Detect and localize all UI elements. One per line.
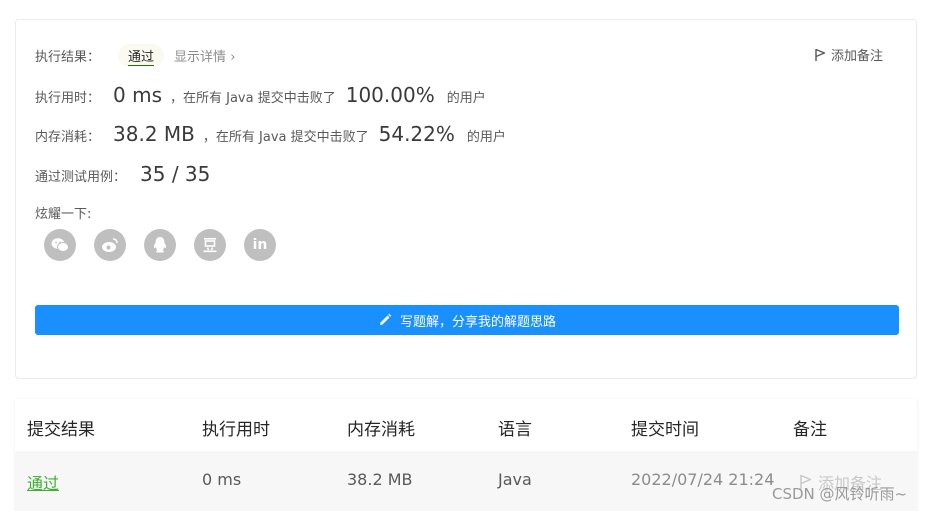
row-submit-time: 2022/07/24 21:24 [631, 470, 775, 489]
runtime-row: 执行用时： 0 ms ，在所有 Java 提交中击败了 100.00% 的用户 [35, 83, 486, 107]
pencil-icon [379, 313, 392, 325]
douban-icon [203, 238, 217, 253]
status-text: 通过 [128, 50, 155, 66]
memory-label: 内存消耗： [35, 130, 101, 145]
header-note: 备注 [793, 420, 827, 440]
submission-result-card: 执行结果： 通过 显示详情 › 添加备注 执行用时： 0 ms ，在所有 Jav… [15, 19, 917, 379]
share-label-row: 炫耀一下: [35, 203, 91, 222]
tests-row: 通过测试用例： 35 / 35 [35, 162, 210, 186]
row-result-link[interactable]: 通过 [27, 470, 59, 494]
chevron-right-icon[interactable]: › [230, 50, 235, 65]
table-header: 提交结果 执行用时 内存消耗 语言 提交时间 备注 [15, 399, 917, 451]
linkedin-icon: in [252, 237, 268, 253]
header-submit-time: 提交时间 [631, 420, 699, 440]
share-linkedin-button[interactable]: in [244, 229, 276, 261]
status-badge: 通过 [118, 44, 165, 67]
show-details-text[interactable]: 显示详情 [174, 50, 226, 65]
memory-suffix: 的用户 [466, 130, 506, 145]
result-label: 执行结果： [35, 50, 101, 65]
header-memory: 内存消耗 [347, 420, 415, 440]
memory-percent: 54.22% [378, 122, 455, 146]
flag-icon [815, 48, 826, 61]
share-qq-button[interactable] [144, 229, 176, 261]
header-result: 提交结果 [27, 420, 95, 440]
qq-icon [153, 237, 167, 253]
header-runtime: 执行用时 [202, 420, 270, 440]
runtime-label: 执行用时： [35, 91, 101, 106]
row-memory: 38.2 MB [347, 470, 413, 489]
write-solution-label[interactable]: 写题解，分享我的解题思路 [400, 311, 556, 330]
runtime-suffix: 的用户 [446, 91, 486, 106]
show-details-link[interactable]: 显示详情 › [174, 46, 235, 65]
memory-beat-text: ，在所有 Java 提交中击败了 [202, 130, 369, 145]
row-runtime: 0 ms [202, 470, 242, 489]
memory-row: 内存消耗： 38.2 MB ，在所有 Java 提交中击败了 54.22% 的用… [35, 122, 506, 146]
share-weibo-button[interactable] [94, 229, 126, 261]
tests-label: 通过测试用例： [35, 170, 127, 185]
weibo-icon [102, 238, 118, 252]
share-douban-button[interactable] [194, 229, 226, 261]
header-language: 语言 [498, 420, 532, 440]
write-solution-button[interactable]: 写题解，分享我的解题思路 [35, 305, 899, 335]
share-label: 炫耀一下: [35, 207, 92, 222]
share-buttons: in [44, 229, 276, 261]
share-wechat-button[interactable] [44, 229, 76, 261]
add-note-label[interactable]: 添加备注 [831, 45, 883, 64]
runtime-percent: 100.00% [345, 83, 435, 107]
watermark: CSDN @风铃听雨~ [772, 485, 908, 503]
row-language: Java [498, 470, 532, 489]
result-row: 执行结果： 通过 显示详情 › [35, 44, 235, 67]
add-note-button[interactable]: 添加备注 [814, 45, 883, 64]
wechat-icon [51, 238, 69, 252]
tests-value: 35 / 35 [140, 162, 211, 186]
memory-value: 38.2 MB [113, 122, 195, 146]
runtime-beat-text: ，在所有 Java 提交中击败了 [170, 91, 336, 106]
runtime-value: 0 ms [113, 83, 162, 107]
